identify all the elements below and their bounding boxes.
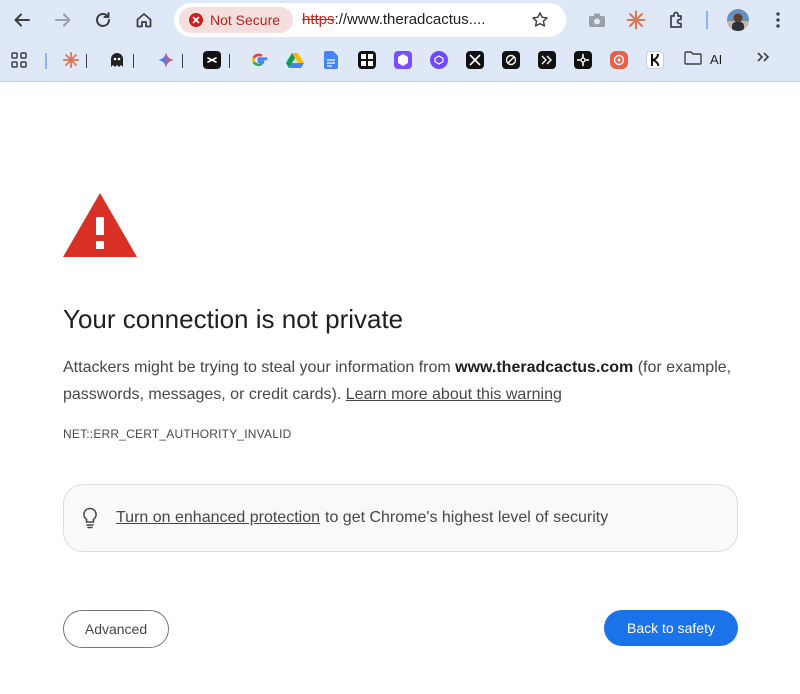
warning-circle-icon bbox=[189, 13, 203, 27]
extensions-puzzle-icon[interactable] bbox=[663, 6, 691, 34]
warning-triangle-icon bbox=[63, 193, 137, 262]
gemini-icon[interactable] bbox=[157, 51, 175, 69]
capcut-icon[interactable] bbox=[203, 51, 221, 69]
interstitial-page: Your connection is not private Attackers… bbox=[0, 83, 800, 694]
reload-icon[interactable] bbox=[89, 6, 117, 34]
folder-icon bbox=[684, 51, 702, 68]
bookmark-separator bbox=[45, 53, 47, 69]
menu-kebab-icon[interactable] bbox=[764, 6, 792, 34]
notion-grid-icon[interactable] bbox=[358, 51, 376, 69]
error-code: NET::ERR_CERT_AUTHORITY_INVALID bbox=[63, 427, 292, 441]
orange-app-icon[interactable] bbox=[610, 51, 628, 69]
klarna-icon[interactable] bbox=[646, 51, 664, 69]
domain-name: www.theradcactus.com bbox=[455, 359, 634, 376]
profile-avatar[interactable] bbox=[724, 6, 752, 34]
address-bar[interactable]: Not Secure https://www.theradcactus.... bbox=[174, 3, 566, 37]
enhanced-protection-link[interactable]: Turn on enhanced protection bbox=[116, 509, 320, 527]
enhanced-protection-text: to get Chrome's highest level of securit… bbox=[325, 509, 609, 526]
learn-more-link[interactable]: Learn more about this warning bbox=[346, 386, 562, 403]
bookmark-separator bbox=[229, 54, 230, 68]
bookmark-star-icon[interactable] bbox=[528, 9, 552, 31]
x-icon[interactable] bbox=[466, 51, 484, 69]
bookmark-separator bbox=[182, 54, 183, 68]
browser-toolbar: Not Secure https://www.theradcactus.... bbox=[0, 0, 800, 40]
explanation-paragraph: Attackers might be trying to steal your … bbox=[63, 354, 743, 408]
toolbar-divider bbox=[706, 11, 708, 29]
purple-app-icon[interactable] bbox=[394, 51, 412, 69]
apps-grid-icon[interactable] bbox=[10, 51, 28, 69]
home-icon[interactable] bbox=[130, 6, 158, 34]
advanced-button[interactable]: Advanced bbox=[63, 610, 169, 648]
proton-icon[interactable] bbox=[430, 51, 448, 69]
lightbulb-icon bbox=[82, 507, 98, 529]
back-arrow-icon[interactable] bbox=[8, 6, 36, 34]
url-text[interactable]: https://www.theradcactus.... bbox=[302, 11, 485, 28]
enhanced-protection-callout: Turn on enhanced protection to get Chrom… bbox=[63, 484, 738, 552]
claude-icon[interactable] bbox=[62, 51, 80, 69]
forward-arrow-icon[interactable] bbox=[49, 6, 77, 34]
bookmark-separator bbox=[86, 54, 87, 68]
not-secure-label: Not Secure bbox=[210, 12, 281, 28]
url-scheme: https bbox=[302, 11, 335, 28]
bookmarks-bar: AI bbox=[0, 40, 800, 82]
not-secure-chip[interactable]: Not Secure bbox=[179, 7, 293, 33]
perplexity-icon[interactable] bbox=[502, 51, 520, 69]
page-title: Your connection is not private bbox=[63, 304, 404, 334]
google-docs-icon[interactable] bbox=[322, 51, 340, 69]
terminal-icon[interactable] bbox=[538, 51, 556, 69]
ghost-icon[interactable] bbox=[108, 51, 126, 69]
back-to-safety-button[interactable]: Back to safety bbox=[604, 610, 738, 646]
google-icon[interactable] bbox=[250, 51, 268, 69]
camera-icon[interactable] bbox=[583, 6, 611, 34]
google-drive-icon[interactable] bbox=[286, 51, 304, 69]
url-host: ://www.theradcactus.... bbox=[334, 11, 486, 28]
more-bookmarks-chevron-icon[interactable] bbox=[756, 50, 770, 68]
bookmark-folder-ai[interactable]: AI bbox=[684, 51, 722, 68]
claude-extension-icon[interactable] bbox=[622, 6, 650, 34]
bookmark-separator bbox=[133, 54, 134, 68]
compass-icon[interactable] bbox=[574, 51, 592, 69]
folder-label: AI bbox=[710, 52, 723, 67]
explanation-text-1: Attackers might be trying to steal your … bbox=[63, 359, 456, 376]
